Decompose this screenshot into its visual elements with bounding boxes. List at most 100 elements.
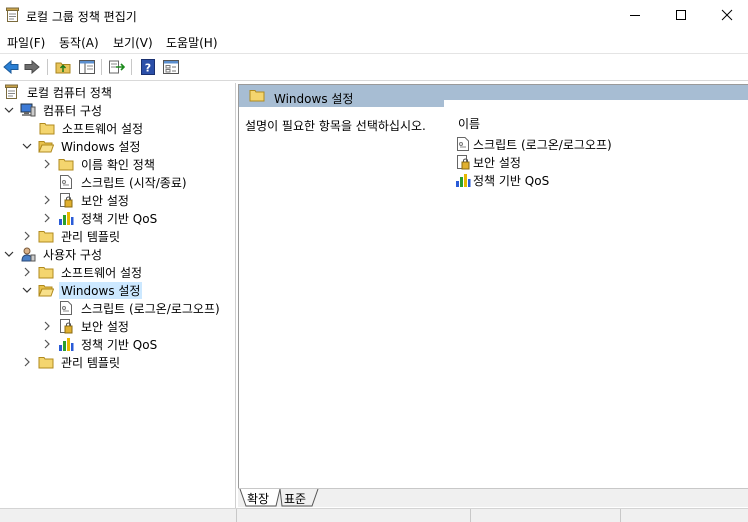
tree-item-user-qos[interactable]: 정책 기반 QoS [42, 335, 159, 353]
status-bar [0, 508, 748, 522]
tab-extended[interactable]: 확장 [247, 490, 269, 506]
close-button[interactable] [704, 0, 748, 30]
tree-item-computer-software-settings[interactable]: 소프트웨어 설정 [39, 119, 145, 137]
show-hide-tree-button[interactable] [78, 58, 96, 76]
tree-label: Windows 설정 [59, 281, 143, 299]
tree-item-user-software-settings[interactable]: 소프트웨어 설정 [22, 263, 144, 281]
menu-file[interactable]: 파일(F) [7, 34, 45, 51]
back-button[interactable] [2, 58, 20, 76]
list-item-scripts[interactable]: 스크립트 (로그온/로그오프) [455, 135, 612, 153]
tab-standard[interactable]: 표준 [284, 490, 306, 506]
script-icon [58, 174, 74, 190]
properties-icon [163, 60, 179, 74]
toolbar-separator [131, 59, 132, 75]
tree-label: 관리 템플릿 [61, 355, 121, 370]
menu-help[interactable]: 도움말(H) [166, 34, 218, 51]
policy-document-icon [4, 84, 20, 100]
chevron-right-icon[interactable] [42, 339, 52, 349]
folder-icon [249, 88, 265, 105]
list-item-label: 정책 기반 QoS [473, 173, 550, 188]
tree-item-computer-security-settings[interactable]: 보안 설정 [42, 191, 131, 209]
tree-label: 스크립트 (시작/종료) [81, 175, 187, 190]
minimize-button[interactable] [612, 0, 658, 30]
security-lock-icon [58, 192, 74, 208]
script-icon [58, 300, 74, 316]
folder-icon [38, 354, 54, 370]
minimize-icon [630, 15, 640, 16]
folder-open-icon [38, 282, 54, 298]
help-button[interactable]: ? [139, 58, 157, 76]
list-item-label: 보안 설정 [473, 155, 521, 170]
chevron-down-icon[interactable] [4, 105, 14, 115]
tree-pane: 로컬 컴퓨터 정책 컴퓨터 구성 소프트웨어 설정 Windows 설정 이름 … [0, 83, 236, 508]
tree-label: 보안 설정 [81, 193, 129, 208]
folder-icon [58, 156, 74, 172]
tree-item-user-configuration[interactable]: 사용자 구성 [4, 245, 104, 263]
chevron-down-icon[interactable] [22, 285, 32, 295]
chevron-right-icon[interactable] [42, 321, 52, 331]
chevron-down-icon[interactable] [22, 141, 32, 151]
folder-icon [39, 120, 55, 136]
tree-label: 스크립트 (로그온/로그오프) [81, 301, 220, 316]
tree-item-local-computer-policy[interactable]: 로컬 컴퓨터 정책 [4, 83, 114, 101]
title-bar: 로컬 그룹 정책 편집기 [0, 0, 748, 30]
tree-item-computer-admin-templates[interactable]: 관리 템플릿 [22, 227, 122, 245]
computer-icon [20, 102, 36, 118]
status-divider [470, 509, 471, 522]
tree-item-user-scripts[interactable]: 스크립트 (로그온/로그오프) [58, 299, 222, 317]
security-lock-icon [455, 154, 471, 170]
user-icon [20, 246, 36, 262]
chevron-right-icon[interactable] [22, 267, 32, 277]
show-hide-tree-icon [79, 60, 95, 74]
folder-icon [38, 264, 54, 280]
help-icon: ? [141, 59, 155, 75]
chevron-down-icon[interactable] [4, 249, 14, 259]
list-item-label: 스크립트 (로그온/로그오프) [473, 137, 612, 152]
tree-label: 소프트웨어 설정 [62, 121, 144, 136]
forward-arrow-icon [24, 60, 40, 74]
chevron-right-icon[interactable] [22, 231, 32, 241]
security-lock-icon [58, 318, 74, 334]
menu-view[interactable]: 보기(V) [113, 34, 153, 51]
description-text: 설명이 필요한 항목을 선택하십시오. [245, 119, 426, 133]
bar-chart-icon [58, 210, 74, 226]
chevron-right-icon[interactable] [42, 213, 52, 223]
window-title: 로컬 그룹 정책 편집기 [26, 10, 137, 24]
tree-item-computer-configuration[interactable]: 컴퓨터 구성 [4, 101, 104, 119]
tree-label: 로컬 컴퓨터 정책 [27, 85, 112, 100]
export-list-button[interactable] [108, 58, 126, 76]
tree-item-computer-scripts[interactable]: 스크립트 (시작/종료) [58, 173, 189, 191]
maximize-button[interactable] [658, 0, 704, 30]
column-header-name[interactable]: 이름 [458, 115, 480, 132]
list-item-security[interactable]: 보안 설정 [455, 153, 521, 171]
menu-bar: 파일(F) 동작(A) 보기(V) 도움말(H) [0, 30, 748, 52]
toolbar: ? [0, 53, 748, 81]
list-item-qos[interactable]: 정책 기반 QoS [455, 171, 549, 189]
svg-text:?: ? [145, 62, 151, 75]
tree-item-computer-windows-settings[interactable]: Windows 설정 [22, 137, 142, 155]
toolbar-separator [101, 59, 102, 75]
bar-chart-icon [58, 336, 74, 352]
tree-item-user-security-settings[interactable]: 보안 설정 [42, 317, 131, 335]
tree-label: 이름 확인 정책 [81, 157, 155, 172]
chevron-right-icon[interactable] [42, 159, 52, 169]
tree-label: 소프트웨어 설정 [61, 265, 143, 280]
tree-item-user-admin-templates[interactable]: 관리 템플릿 [22, 353, 122, 371]
up-folder-button[interactable] [54, 58, 72, 76]
chevron-right-icon[interactable] [42, 195, 52, 205]
script-icon [455, 136, 471, 152]
toolbar-separator [47, 59, 48, 75]
tree-item-computer-qos[interactable]: 정책 기반 QoS [42, 209, 159, 227]
tree-label: Windows 설정 [61, 139, 141, 154]
bar-chart-icon [455, 172, 471, 188]
tree-label: 정책 기반 QoS [81, 211, 158, 226]
properties-button[interactable] [162, 58, 180, 76]
tree-item-user-windows-settings[interactable]: Windows 설정 [22, 281, 143, 299]
tree-label: 관리 템플릿 [61, 229, 121, 244]
tree-label: 정책 기반 QoS [81, 337, 158, 352]
tree-item-name-resolution-policy[interactable]: 이름 확인 정책 [42, 155, 157, 173]
chevron-right-icon[interactable] [22, 357, 32, 367]
menu-action[interactable]: 동작(A) [59, 34, 99, 51]
folder-open-icon [38, 138, 54, 154]
forward-button[interactable] [23, 58, 41, 76]
